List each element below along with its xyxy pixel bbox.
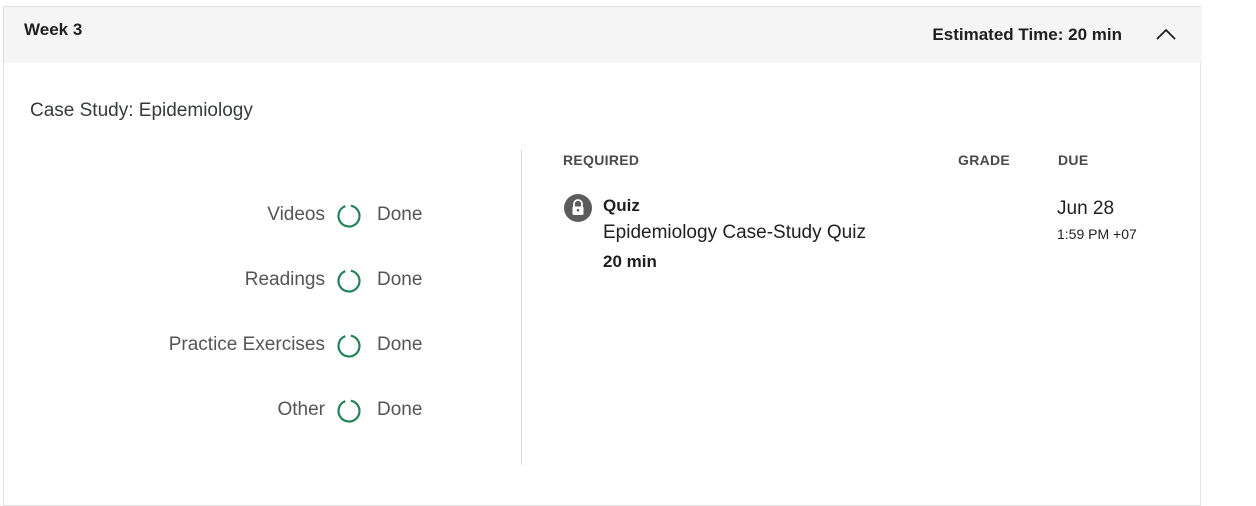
progress-label: Readings — [244, 269, 325, 290]
lesson-title[interactable]: Case Study: Epidemiology — [30, 100, 253, 122]
progress-row-other: Other Done — [0, 396, 430, 426]
progress-row-practice-exercises: Practice Exercises Done — [0, 331, 430, 361]
due-time: 1:59 PM +07 — [1057, 226, 1137, 242]
progress-status: Done — [377, 204, 423, 225]
week-title: Week 3 — [24, 20, 83, 39]
progress-status: Done — [377, 269, 423, 290]
progress-label: Practice Exercises — [168, 334, 325, 355]
required-header: REQUIRED — [563, 152, 640, 168]
progress-status: Done — [377, 399, 423, 420]
week-card: Week 3 Estimated Time: 20 min — [3, 6, 1202, 506]
progress-ring-icon — [336, 203, 362, 229]
progress-row-readings: Readings Done — [0, 266, 430, 296]
progress-ring-icon — [336, 333, 362, 359]
quiz-link[interactable]: Epidemiology Case-Study Quiz — [603, 222, 866, 244]
due-header: DUE — [1058, 152, 1089, 168]
estimated-time: Estimated Time: 20 min — [932, 25, 1122, 44]
due-date: Jun 28 — [1057, 198, 1115, 219]
item-type: Quiz — [603, 196, 640, 215]
progress-ring-icon — [336, 398, 362, 424]
item-duration: 20 min — [603, 252, 657, 271]
week-header[interactable]: Week 3 Estimated Time: 20 min — [4, 7, 1202, 63]
progress-status: Done — [377, 334, 423, 355]
progress-row-videos: Videos Done — [0, 201, 430, 231]
column-divider — [521, 150, 522, 465]
chevron-up-icon[interactable] — [1154, 23, 1178, 47]
progress-label: Videos — [267, 204, 325, 225]
progress-ring-icon — [336, 268, 362, 294]
lock-icon — [563, 193, 593, 223]
grade-header: GRADE — [958, 152, 1011, 168]
progress-label: Other — [277, 399, 325, 420]
